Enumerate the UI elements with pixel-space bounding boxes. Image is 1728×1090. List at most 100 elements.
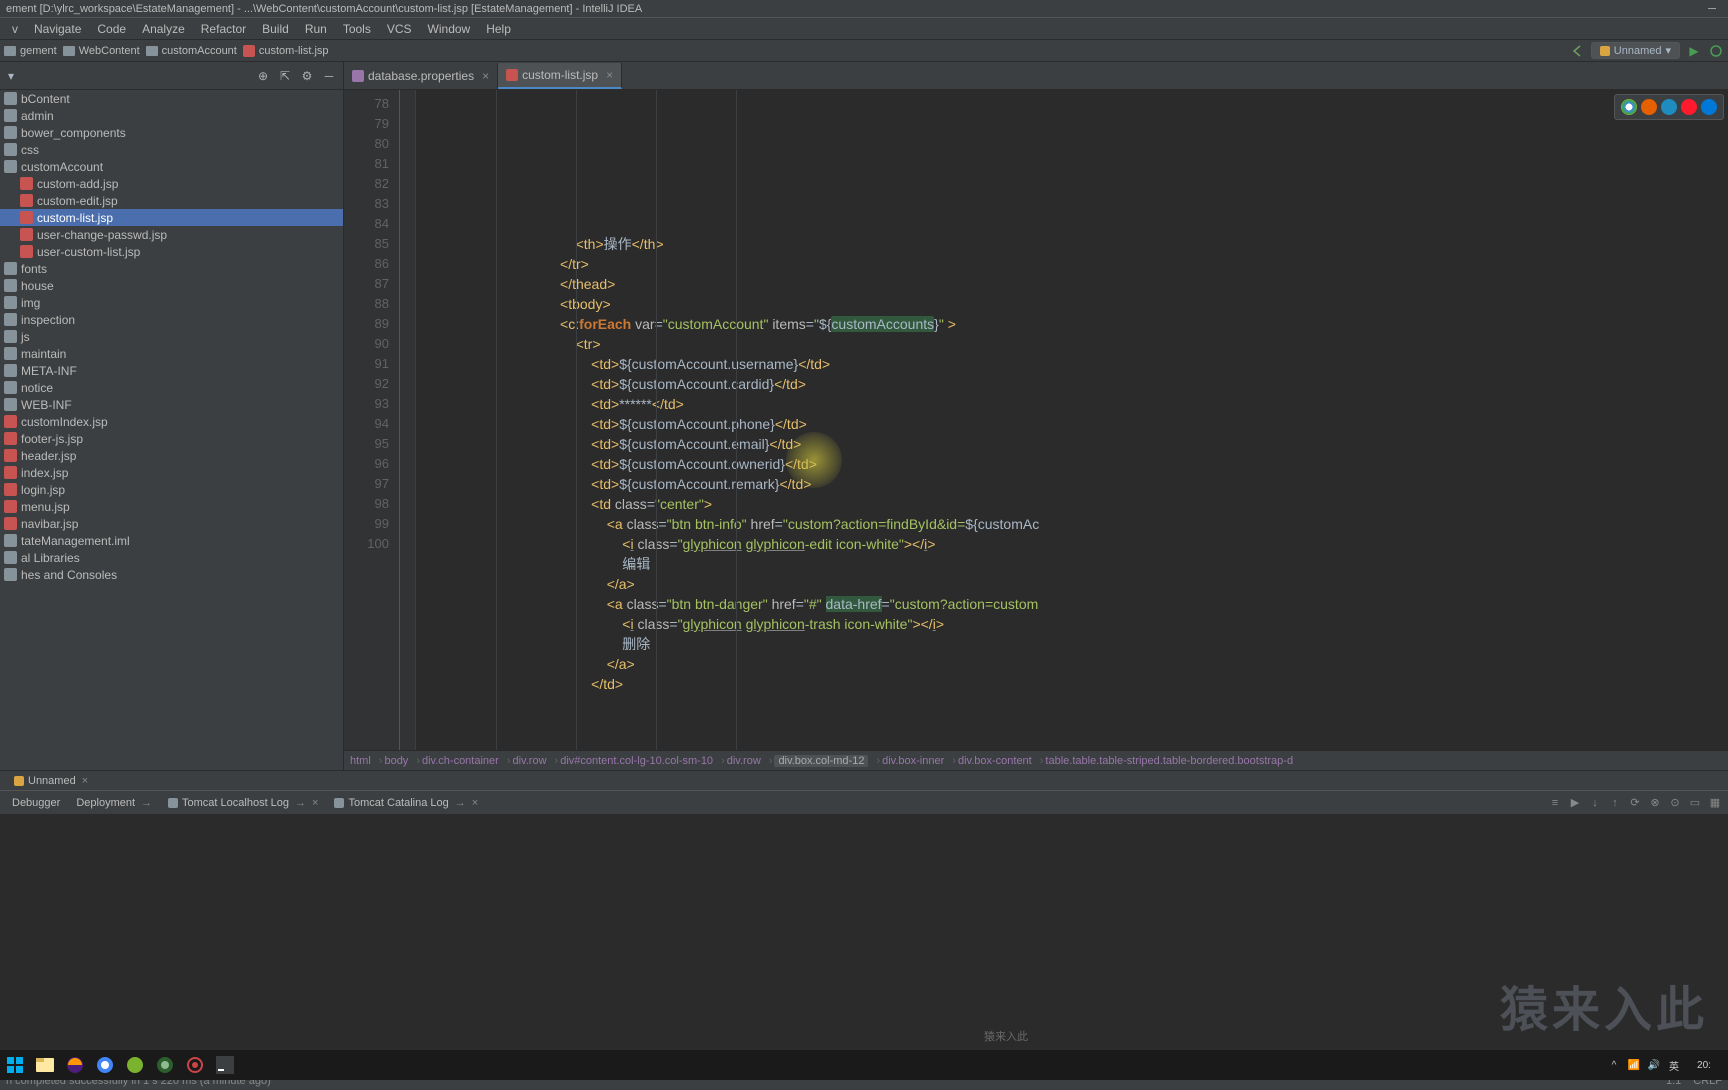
tree-item-customaccount[interactable]: customAccount <box>0 158 343 175</box>
tree-item-js[interactable]: js <box>0 328 343 345</box>
tree-item-admin[interactable]: admin <box>0 107 343 124</box>
tree-item-house[interactable]: house <box>0 277 343 294</box>
breadcrumb-node[interactable]: div.box-inner <box>882 755 944 767</box>
menu-item-window[interactable]: Window <box>420 20 479 38</box>
run-tab-tomcat-localhost-log[interactable]: Tomcat Localhost Log→× <box>160 795 326 811</box>
editor-breadcrumb[interactable]: html›body›div.ch-container›div.row›div#c… <box>344 750 1728 770</box>
minimize-button[interactable]: ─ <box>1702 3 1722 15</box>
breadcrumb-node[interactable]: div#content.col-lg-10.col-sm-10 <box>560 755 713 767</box>
chevron-down-icon[interactable]: ▾ <box>8 69 14 83</box>
close-icon[interactable]: × <box>312 797 318 809</box>
tree-item-hes-and-consoles[interactable]: hes and Consoles <box>0 566 343 583</box>
tree-item-menu-jsp[interactable]: menu.jsp <box>0 498 343 515</box>
tree-item-al-libraries[interactable]: al Libraries <box>0 549 343 566</box>
locate-icon[interactable]: ⊕ <box>255 68 271 84</box>
wechat-taskbar-icon[interactable] <box>120 1050 150 1080</box>
code-editor[interactable]: <th>操作</th> </tr> </thead> <tbody> <c:fo… <box>416 90 1728 750</box>
back-arrow-icon[interactable] <box>1569 43 1585 59</box>
menu-item-code[interactable]: Code <box>89 20 134 38</box>
run-button[interactable]: ▶ <box>1686 43 1702 59</box>
tray-up-icon[interactable]: ^ <box>1604 1055 1624 1075</box>
breadcrumb-node[interactable]: table.table.table-striped.table-bordered… <box>1045 755 1293 767</box>
run-toolbar-button[interactable]: ▭ <box>1686 794 1704 812</box>
tree-item-notice[interactable]: notice <box>0 379 343 396</box>
tree-item-custom-add-jsp[interactable]: custom-add.jsp <box>0 175 343 192</box>
tree-item-customindex-jsp[interactable]: customIndex.jsp <box>0 413 343 430</box>
hide-icon[interactable]: ─ <box>321 68 337 84</box>
run-output[interactable] <box>0 815 1728 1050</box>
tree-item-tatemanagement-iml[interactable]: tateManagement.iml <box>0 532 343 549</box>
breadcrumb-node[interactable]: div.box.col-md-12 <box>774 755 868 767</box>
run-tab-deployment[interactable]: Deployment→ <box>68 795 160 811</box>
tree-item-inspection[interactable]: inspection <box>0 311 343 328</box>
editor-body[interactable]: 7879808182838485868788899091929394959697… <box>344 90 1728 750</box>
breadcrumb-node[interactable]: div.box-content <box>958 755 1032 767</box>
tree-item-maintain[interactable]: maintain <box>0 345 343 362</box>
run-toolbar-button[interactable]: ⊗ <box>1646 794 1664 812</box>
recorder-taskbar-icon[interactable] <box>180 1050 210 1080</box>
intellij-taskbar-icon[interactable] <box>210 1050 240 1080</box>
file-explorer-icon[interactable] <box>30 1050 60 1080</box>
tree-item-bcontent[interactable]: bContent <box>0 90 343 107</box>
menu-item-refactor[interactable]: Refactor <box>193 20 254 38</box>
menu-item-navigate[interactable]: Navigate <box>26 20 89 38</box>
tree-item-custom-edit-jsp[interactable]: custom-edit.jsp <box>0 192 343 209</box>
project-tree[interactable]: bContentadminbower_componentscsscustomAc… <box>0 90 343 770</box>
menu-item-tools[interactable]: Tools <box>335 20 379 38</box>
tree-item-bower-components[interactable]: bower_components <box>0 124 343 141</box>
tray-ime-icon[interactable]: 英 <box>1664 1055 1684 1075</box>
run-configuration-dropdown[interactable]: Unnamed ▾ <box>1591 42 1680 59</box>
tree-item-custom-list-jsp[interactable]: custom-list.jsp <box>0 209 343 226</box>
run-toolbar-button[interactable]: ↑ <box>1606 794 1624 812</box>
debug-button[interactable] <box>1708 43 1724 59</box>
breadcrumb-node[interactable]: html <box>350 755 371 767</box>
tree-item-meta-inf[interactable]: META-INF <box>0 362 343 379</box>
menu-item[interactable]: v <box>4 20 26 38</box>
chrome-taskbar-icon[interactable] <box>90 1050 120 1080</box>
close-icon[interactable]: × <box>82 775 88 787</box>
close-icon[interactable]: × <box>482 69 489 83</box>
run-toolbar-button[interactable]: ≡ <box>1546 794 1564 812</box>
menu-item-vcs[interactable]: VCS <box>379 20 420 38</box>
tray-clock[interactable]: 20: <box>1684 1055 1724 1075</box>
breadcrumb-item[interactable]: customAccount <box>146 45 237 57</box>
breadcrumb-node[interactable]: body <box>384 755 408 767</box>
tree-item-header-jsp[interactable]: header.jsp <box>0 447 343 464</box>
tree-item-css[interactable]: css <box>0 141 343 158</box>
run-toolbar-button[interactable]: ▶ <box>1566 794 1584 812</box>
tree-item-user-custom-list-jsp[interactable]: user-custom-list.jsp <box>0 243 343 260</box>
tray-network-icon[interactable]: 📶 <box>1624 1055 1644 1075</box>
eclipse-taskbar-icon[interactable] <box>150 1050 180 1080</box>
editor-tab-database[interactable]: database.properties × <box>344 63 498 89</box>
breadcrumb-node[interactable]: div.row <box>727 755 761 767</box>
tree-item-index-jsp[interactable]: index.jsp <box>0 464 343 481</box>
tree-item-footer-js-jsp[interactable]: footer-js.jsp <box>0 430 343 447</box>
run-toolbar-button[interactable]: ↓ <box>1586 794 1604 812</box>
run-toolbar-button[interactable]: ⟳ <box>1626 794 1644 812</box>
tree-item-user-change-passwd-jsp[interactable]: user-change-passwd.jsp <box>0 226 343 243</box>
menu-item-build[interactable]: Build <box>254 20 297 38</box>
menu-item-analyze[interactable]: Analyze <box>134 20 193 38</box>
run-tab-debugger[interactable]: Debugger <box>4 795 68 811</box>
editor-tab-custom-list[interactable]: custom-list.jsp × <box>498 63 622 89</box>
run-tab-tomcat-catalina-log[interactable]: Tomcat Catalina Log→× <box>326 795 486 811</box>
close-icon[interactable]: × <box>472 797 478 809</box>
run-config-tab[interactable]: Unnamed × <box>6 774 96 788</box>
firefox-taskbar-icon[interactable] <box>60 1050 90 1080</box>
tree-item-web-inf[interactable]: WEB-INF <box>0 396 343 413</box>
run-toolbar-button[interactable]: ⊙ <box>1666 794 1684 812</box>
breadcrumb-node[interactable]: div.row <box>513 755 547 767</box>
breadcrumb-item[interactable]: gement <box>4 45 57 57</box>
collapse-all-icon[interactable]: ⇱ <box>277 68 293 84</box>
menu-item-help[interactable]: Help <box>478 20 519 38</box>
breadcrumb-item[interactable]: WebContent <box>63 45 140 57</box>
menu-item-run[interactable]: Run <box>297 20 335 38</box>
tree-item-img[interactable]: img <box>0 294 343 311</box>
tree-item-fonts[interactable]: fonts <box>0 260 343 277</box>
close-icon[interactable]: × <box>606 68 613 82</box>
tray-volume-icon[interactable]: 🔊 <box>1644 1055 1664 1075</box>
gear-icon[interactable]: ⚙ <box>299 68 315 84</box>
breadcrumb-node[interactable]: div.ch-container <box>422 755 499 767</box>
tree-item-navibar-jsp[interactable]: navibar.jsp <box>0 515 343 532</box>
fold-gutter[interactable] <box>400 90 416 750</box>
